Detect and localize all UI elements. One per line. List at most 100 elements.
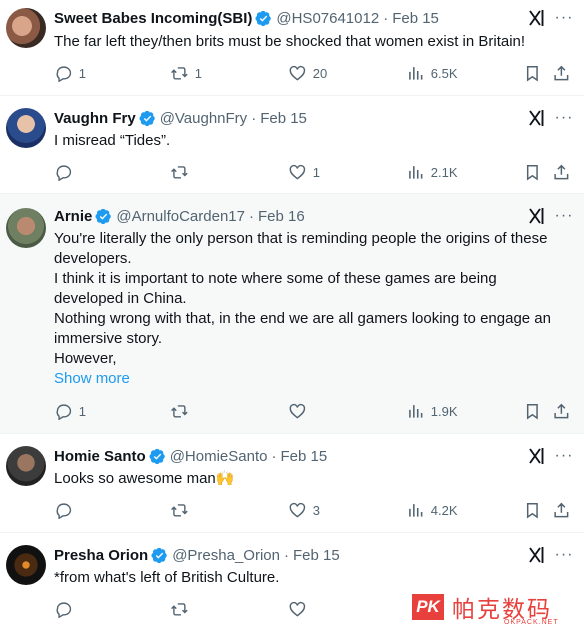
reply-button[interactable] [54, 599, 79, 619]
separator: · [271, 447, 277, 465]
retweet-icon [170, 163, 189, 182]
avatar[interactable] [6, 446, 46, 486]
like-button[interactable] [288, 401, 313, 421]
grok-icon[interactable] [526, 446, 546, 466]
bookmark-icon [523, 501, 542, 520]
like-count: 1 [312, 164, 320, 180]
views-count: 4.2K [430, 502, 458, 518]
bookmark-icon [523, 64, 542, 83]
tweet-text: I misread “Tides”. [54, 132, 171, 149]
more-icon[interactable]: ··· [554, 446, 574, 466]
like-button[interactable]: 3 [288, 500, 320, 520]
views-button[interactable]: 4.2K [406, 500, 458, 520]
watermark-logo: PK 帕克数码 OKPACK.NET [412, 590, 584, 632]
tweet-1[interactable]: Sweet Babes Incoming(SBI) @HS07641012 · … [0, 0, 584, 96]
tweet-date[interactable]: Feb 16 [258, 208, 305, 225]
repost-button[interactable] [170, 162, 195, 182]
more-icon[interactable]: ··· [554, 108, 574, 128]
bookmark-button[interactable] [523, 401, 542, 421]
tweet-date[interactable]: Feb 15 [293, 547, 340, 564]
watermark-badge: PK [412, 594, 444, 620]
repost-button[interactable] [170, 500, 195, 520]
grok-icon[interactable] [526, 206, 546, 226]
bookmark-button[interactable] [523, 162, 542, 182]
grok-icon[interactable] [526, 108, 546, 128]
reply-button[interactable]: 1 [54, 63, 86, 83]
repost-button[interactable] [170, 401, 195, 421]
like-button[interactable]: 1 [288, 162, 320, 182]
reply-button[interactable] [54, 500, 79, 520]
author-handle[interactable]: @HS07641012 [276, 10, 379, 27]
verified-badge-icon [139, 110, 156, 127]
author-name[interactable]: Arnie [54, 208, 92, 225]
tweet-text-line: Nothing wrong with that, in the end we a… [54, 310, 551, 347]
like-icon [288, 402, 307, 421]
views-icon [406, 163, 425, 182]
reply-icon [54, 600, 73, 619]
share-button[interactable] [552, 162, 571, 182]
views-button[interactable]: 6.5K [406, 63, 458, 83]
grok-icon[interactable] [526, 545, 546, 565]
like-count: 3 [312, 502, 320, 518]
like-icon [288, 64, 307, 83]
tweet-text-line: However, [54, 350, 117, 367]
more-icon[interactable]: ··· [554, 206, 574, 226]
author-name[interactable]: Presha Orion [54, 547, 148, 564]
views-count: 1.9K [430, 403, 458, 419]
like-button[interactable]: 20 [288, 63, 327, 83]
avatar[interactable] [6, 545, 46, 585]
reply-icon [54, 402, 73, 421]
verified-badge-icon [151, 547, 168, 564]
reply-icon [54, 501, 73, 520]
like-button[interactable] [288, 599, 313, 619]
like-count: 20 [312, 65, 328, 81]
more-icon[interactable]: ··· [554, 8, 574, 28]
tweet-4[interactable]: Homie Santo @HomieSanto · Feb 15 ··· Loo… [0, 434, 584, 533]
tweet-date[interactable]: Feb 15 [260, 110, 307, 127]
tweet-text-line: I think it is important to note where so… [54, 270, 497, 307]
tweet-2[interactable]: Vaughn Fry @VaughnFry · Feb 15 ··· I mis… [0, 96, 584, 194]
views-button[interactable]: 1.9K [406, 401, 458, 421]
avatar[interactable] [6, 208, 46, 248]
author-name[interactable]: Homie Santo [54, 448, 146, 465]
avatar[interactable] [6, 8, 46, 48]
bookmark-button[interactable] [523, 63, 542, 83]
views-button[interactable]: 2.1K [406, 162, 458, 182]
bookmark-icon [523, 163, 542, 182]
share-button[interactable] [552, 63, 571, 83]
author-handle[interactable]: @VaughnFry [160, 110, 248, 127]
retweet-icon [170, 501, 189, 520]
author-handle[interactable]: @ArnulfoCarden17 [116, 208, 245, 225]
show-more-link[interactable]: Show more [54, 369, 570, 389]
tweet-date[interactable]: Feb 15 [392, 10, 439, 27]
views-icon [406, 402, 425, 421]
reply-button[interactable]: 1 [54, 401, 86, 421]
like-icon [288, 163, 307, 182]
reply-count: 1 [78, 403, 86, 419]
author-handle[interactable]: @HomieSanto [170, 448, 268, 465]
bookmark-button[interactable] [523, 500, 542, 520]
tweet-date[interactable]: Feb 15 [280, 448, 327, 465]
author-name[interactable]: Sweet Babes Incoming(SBI) [54, 10, 252, 27]
reply-icon [54, 64, 73, 83]
author-name[interactable]: Vaughn Fry [54, 110, 136, 127]
repost-button[interactable] [170, 599, 195, 619]
watermark-subtext: OKPACK.NET [504, 619, 559, 626]
tweet-text: Looks so awesome man🙌 [54, 470, 235, 487]
tweet-3[interactable]: Arnie @ArnulfoCarden17 · Feb 16 ··· You'… [0, 194, 584, 434]
verified-badge-icon [95, 208, 112, 225]
author-handle[interactable]: @Presha_Orion [172, 547, 280, 564]
share-button[interactable] [552, 500, 571, 520]
verified-badge-icon [149, 448, 166, 465]
avatar[interactable] [6, 108, 46, 148]
share-button[interactable] [552, 401, 571, 421]
repost-button[interactable]: 1 [170, 63, 202, 83]
grok-icon[interactable] [526, 8, 546, 28]
reply-button[interactable] [54, 162, 79, 182]
like-icon [288, 501, 307, 520]
views-count: 2.1K [430, 164, 458, 180]
more-icon[interactable]: ··· [554, 545, 574, 565]
tweet-text: *from what's left of British Culture. [54, 569, 280, 586]
bookmark-icon [523, 402, 542, 421]
verified-badge-icon [255, 10, 272, 27]
